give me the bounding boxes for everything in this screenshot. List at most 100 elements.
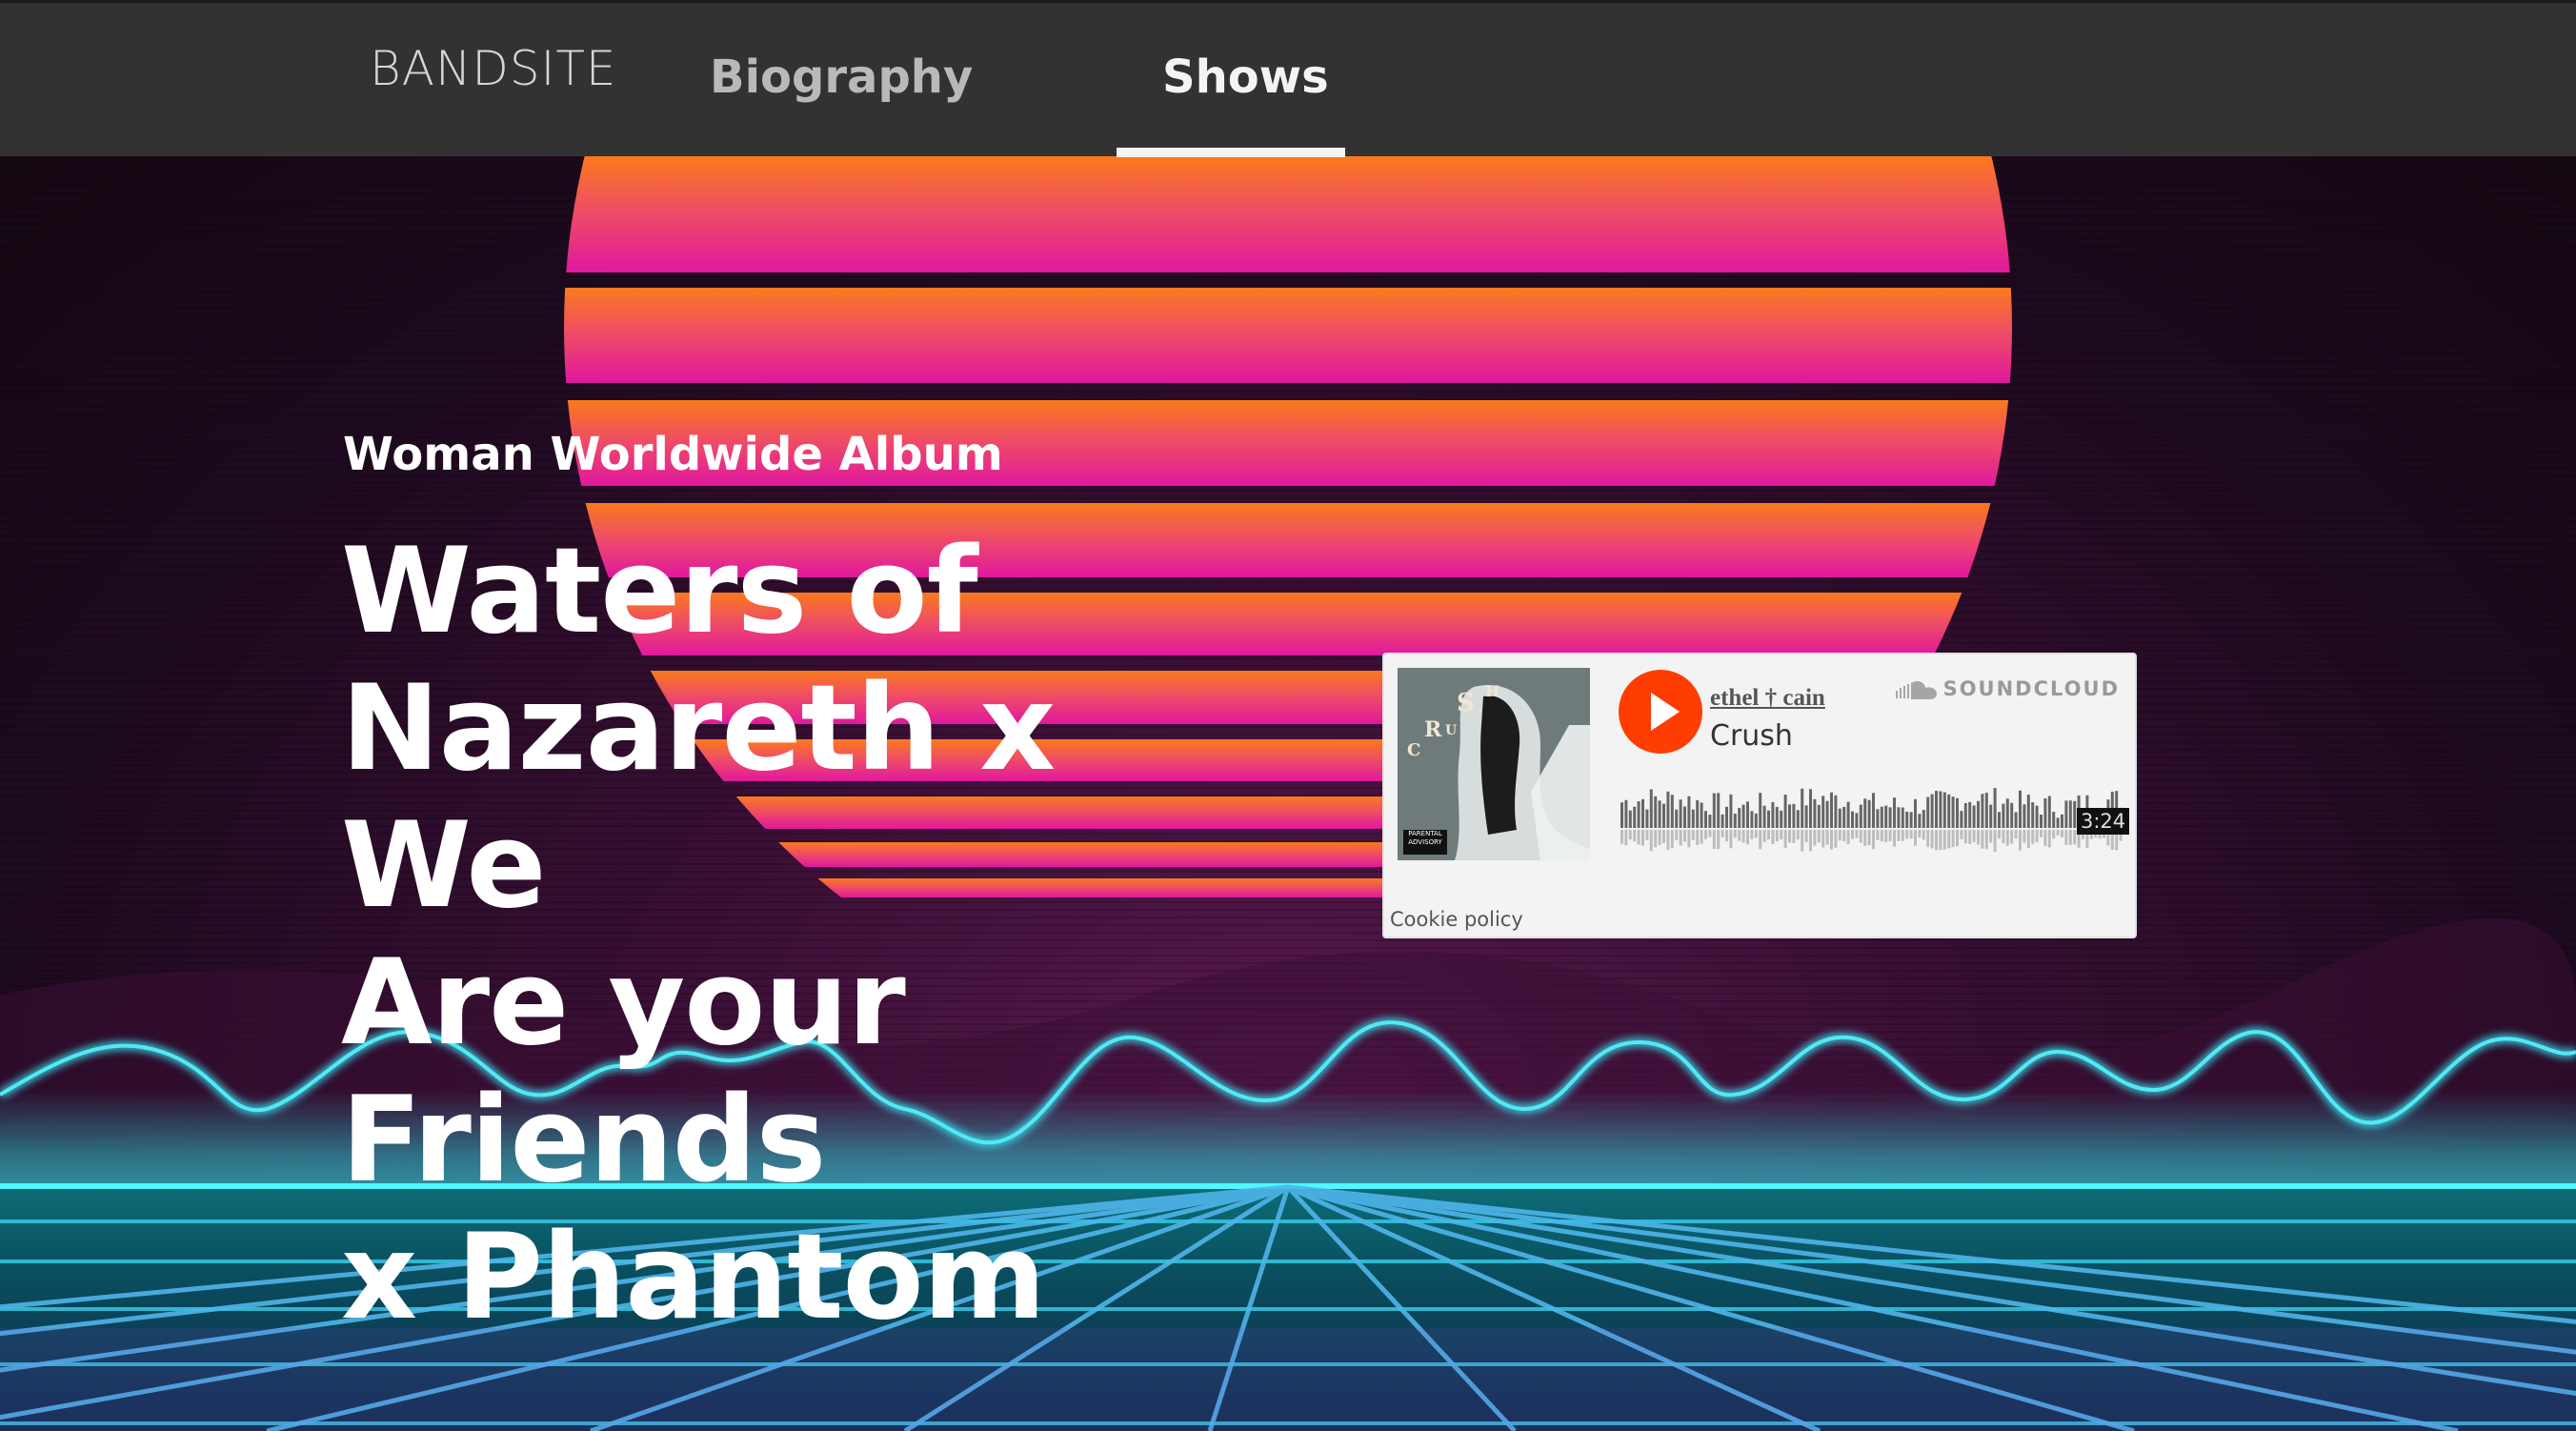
waveform-bar-reflection xyxy=(2068,830,2072,845)
waveform-bar-reflection xyxy=(1717,830,1721,850)
waveform-bar xyxy=(1762,805,1766,828)
waveform-bar-reflection xyxy=(1888,830,1892,841)
waveform-bar xyxy=(1813,798,1817,828)
waveform-bar-reflection xyxy=(1721,830,1724,837)
waveform-bar xyxy=(1901,807,1904,828)
waveform-bar xyxy=(1683,806,1686,828)
soundcloud-player: C R U S H PARENTAL ADVISORY ethel † cain … xyxy=(1382,653,2137,938)
waveform-bar xyxy=(1750,811,1754,828)
waveform-bar-reflection xyxy=(1628,830,1632,840)
waveform-bar xyxy=(1926,796,1930,828)
waveform-bar-reflection xyxy=(2047,830,2051,848)
waveform-bar xyxy=(1951,796,1955,828)
soundcloud-logo[interactable]: SOUNDCLOUD xyxy=(1895,677,2120,700)
waveform-bar-reflection xyxy=(1658,830,1661,845)
waveform-bar-reflection xyxy=(1876,830,1880,840)
track-title[interactable]: Crush xyxy=(1710,719,1793,753)
waveform-bar xyxy=(2047,796,2051,828)
waveform-bar-reflection xyxy=(1855,830,1859,838)
waveform-bar-reflection xyxy=(1918,830,1922,838)
waveform-bar xyxy=(1637,801,1640,828)
waveform-bar xyxy=(2019,790,2022,828)
waveform-bar-reflection xyxy=(1960,830,1963,839)
waveform-bar xyxy=(2056,817,2060,828)
waveform-bar-reflection xyxy=(1867,830,1871,846)
waveform-bar xyxy=(1905,811,1909,828)
waveform-bar xyxy=(1733,813,1737,828)
waveform-bar xyxy=(1717,793,1721,828)
waveform-bar-reflection xyxy=(2073,830,2077,845)
waveform-bar-reflection xyxy=(1654,830,1658,848)
waveform-bar-reflection xyxy=(1989,830,1993,843)
waveform-bar xyxy=(1863,798,1867,828)
nav-link-biography[interactable]: Biography xyxy=(710,50,973,104)
waveform-bar-reflection xyxy=(1968,830,1972,844)
waveform-bar xyxy=(1712,793,1716,828)
waveform-bar-reflection xyxy=(1729,830,1733,849)
waveform-bar xyxy=(2023,804,2026,828)
waveform-bar-reflection xyxy=(1859,830,1862,843)
waveform-bar-reflection xyxy=(1712,830,1716,850)
cookie-policy-link[interactable]: Cookie policy xyxy=(1390,908,1523,931)
headline-line: Waters of xyxy=(341,523,978,660)
waveform-bar-reflection xyxy=(1880,830,1883,842)
artist-link[interactable]: ethel † cain xyxy=(1710,685,1825,712)
waveform-bar xyxy=(2043,797,2047,828)
waveform-bar xyxy=(1775,806,1779,828)
hero-banner: Woman Worldwide Album Waters of Nazareth… xyxy=(0,156,2576,1431)
waveform-bar xyxy=(1796,810,1800,828)
waveform-bar xyxy=(1783,795,1787,828)
waveform-bar-reflection xyxy=(1792,830,1796,843)
waveform-bar-reflection xyxy=(1691,830,1695,840)
waveform-bar-reflection xyxy=(1930,830,1934,849)
waveform-bar xyxy=(1935,791,1938,828)
headline-line: Nazareth x We xyxy=(341,660,1056,935)
waveform-bar-reflection xyxy=(2005,830,2009,846)
waveform-bar xyxy=(2014,812,2018,828)
nav-link-shows[interactable]: Shows xyxy=(1162,50,1329,104)
waveform-bar-reflection xyxy=(1842,830,1846,842)
waveform-bar-reflection xyxy=(1926,830,1930,847)
waveform-bar xyxy=(1893,797,1896,828)
waveform-bar xyxy=(2031,802,2035,828)
waveform-bar-reflection xyxy=(1633,830,1637,842)
waveform-bar xyxy=(1670,795,1674,828)
waveform-bar-reflection xyxy=(1796,830,1800,840)
waveform-bar-reflection xyxy=(1821,830,1825,848)
waveform-bar xyxy=(2068,800,2072,828)
waveform-bar xyxy=(1792,803,1796,828)
waveform-bar-reflection xyxy=(1846,830,1850,845)
waveform-bar-reflection xyxy=(1746,830,1749,845)
waveform-bar xyxy=(1984,793,1988,828)
waveform-bar xyxy=(2005,798,2009,828)
waveform-bar xyxy=(1960,811,1963,828)
waveform-bar xyxy=(1788,804,1791,828)
waveform-bar-reflection xyxy=(1909,830,1913,839)
waveform-bar-reflection xyxy=(2031,830,2035,844)
waveform-bar xyxy=(1909,812,1913,828)
waveform-bar xyxy=(1834,795,1838,828)
track-artwork[interactable]: C R U S H PARENTAL ADVISORY xyxy=(1398,668,1590,860)
waveform-bar xyxy=(1741,804,1745,828)
waveform-bar xyxy=(1658,800,1661,828)
waveform-bar xyxy=(2010,802,2014,828)
waveform-bar xyxy=(2073,800,2077,828)
waveform-bar-reflection xyxy=(1851,830,1854,839)
waveform-bar-reflection xyxy=(1704,830,1707,839)
play-button[interactable] xyxy=(1619,670,1702,754)
waveform-bar-reflection xyxy=(1984,830,1988,850)
waveform-bar-reflection xyxy=(1942,830,1946,850)
waveform-bar-reflection xyxy=(1683,830,1686,842)
waveform-bar-reflection xyxy=(1897,830,1901,841)
site-logo[interactable]: BANDSITE xyxy=(370,41,616,96)
waveform-bar xyxy=(1817,804,1821,828)
waveform-bar xyxy=(1939,791,1942,828)
waveform-bar-reflection xyxy=(1775,830,1779,842)
waveform-bar xyxy=(1738,808,1741,828)
waveform-bar-reflection xyxy=(1939,830,1942,851)
waveform-bar xyxy=(1780,810,1783,828)
waveform-bar-reflection xyxy=(1762,830,1766,842)
waveform-bar-reflection xyxy=(1738,830,1741,841)
waveform-bar xyxy=(1876,809,1880,828)
track-waveform[interactable] xyxy=(1620,778,2125,866)
